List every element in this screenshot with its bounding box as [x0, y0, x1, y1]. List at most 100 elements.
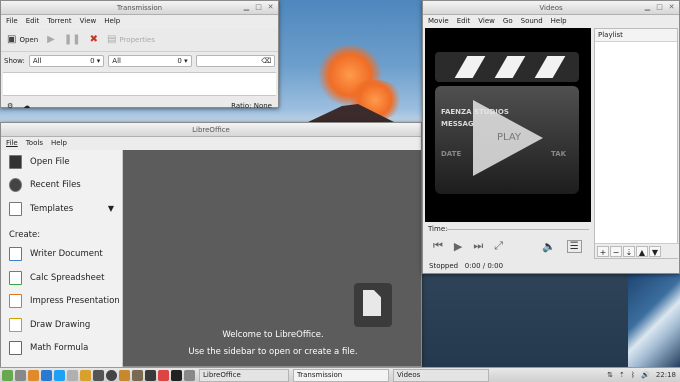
menu-view[interactable]: View [478, 15, 495, 28]
open-file-button[interactable]: Open File [1, 150, 122, 174]
browser-icon[interactable] [41, 369, 52, 381]
task-label: Videos [397, 371, 421, 379]
search-input[interactable]: ⌫ [195, 55, 275, 67]
libreoffice-logo-icon [354, 283, 392, 327]
libreoffice-menubar: File Tools Help [1, 137, 421, 150]
editor-icon[interactable] [67, 369, 78, 381]
gimp-icon[interactable] [132, 369, 143, 381]
create-impress-button[interactable]: Impress Presentation [1, 290, 122, 314]
menu-go[interactable]: Go [503, 15, 513, 28]
skype-icon[interactable] [54, 369, 65, 381]
menu-view[interactable]: View [80, 15, 97, 28]
desktop-icon[interactable] [15, 369, 26, 381]
settings-icon[interactable] [184, 369, 195, 381]
start-center-sidebar: Open File Recent Files Templates ▼ Creat… [1, 150, 123, 368]
turtle-icon[interactable]: ☁ [23, 102, 30, 110]
videos-titlebar[interactable]: Videos ▁ □ ✕ [423, 1, 679, 15]
create-math-button[interactable]: Math Formula [1, 337, 122, 361]
gear-icon[interactable]: ⚙ [7, 102, 13, 110]
clear-icon[interactable]: ⇣ [623, 246, 635, 257]
properties-label: Properties [119, 35, 155, 44]
clear-icon[interactable]: ⌫ [261, 57, 271, 65]
activity-filter-combo[interactable]: All 0 ▾ [28, 55, 105, 67]
pause-icon[interactable]: ❚❚ [64, 34, 81, 45]
files-icon[interactable] [28, 369, 39, 381]
videos-window: Videos ▁ □ ✕ Movie Edit View Go Sound He… [422, 0, 680, 274]
libreoffice-titlebar[interactable]: LibreOffice [1, 123, 421, 137]
playback-controls: ⏮ ▶ ⏭ ⤢ 🔈 ☰ [425, 237, 591, 255]
clock[interactable]: 22:18 [656, 371, 676, 379]
video-display[interactable]: FAENZA STUDIOS MESSAG DATE TAK PLAY [425, 28, 591, 222]
minimize-icon[interactable]: ▁ [242, 3, 251, 12]
menu-help[interactable]: Help [551, 15, 567, 28]
play-icon[interactable]: ▶ [454, 240, 462, 253]
upload-icon[interactable]: ⇡ [619, 371, 625, 379]
volume-icon[interactable]: 🔈 [542, 240, 556, 253]
network-icon[interactable]: ⇅ [607, 371, 613, 379]
remove-icon[interactable]: − [610, 246, 622, 257]
menu-movie[interactable]: Movie [428, 15, 449, 28]
camera-icon[interactable] [106, 369, 117, 381]
math-label: Math Formula [30, 343, 89, 354]
create-label: Create: [9, 229, 41, 240]
recent-files-button[interactable]: Recent Files [1, 174, 122, 198]
torrent-list[interactable] [3, 72, 276, 96]
menu-help[interactable]: Help [51, 137, 67, 150]
seek-bar[interactable]: Time: [425, 224, 591, 234]
close-icon[interactable]: ✕ [667, 3, 676, 12]
menu-file[interactable]: File [6, 15, 18, 28]
clapperboard-top [435, 52, 579, 82]
app-icon[interactable] [93, 369, 104, 381]
player-icon[interactable] [145, 369, 156, 381]
close-icon[interactable]: ✕ [266, 3, 275, 12]
open-button[interactable]: ▣ Open [7, 34, 38, 45]
templates-button[interactable]: Templates ▼ [1, 197, 122, 221]
welcome-text: Welcome to LibreOffice. [222, 330, 324, 340]
next-icon[interactable]: ⏭ [473, 239, 483, 253]
menu-edit[interactable]: Edit [457, 15, 471, 28]
poster-line2: MESSAG [441, 120, 474, 128]
previous-icon[interactable]: ⏮ [433, 239, 443, 253]
create-draw-button[interactable]: Draw Drawing [1, 313, 122, 337]
filter-bar: Show: All 0 ▾ All 0 ▾ ⌫ [1, 52, 278, 70]
maximize-icon[interactable]: □ [655, 3, 664, 12]
math-icon [9, 341, 22, 356]
transmission-titlebar[interactable]: Transmission ▁ □ ✕ [1, 1, 278, 15]
menu-launcher-icon[interactable] [2, 369, 13, 381]
volume-icon[interactable]: 🔊 [641, 371, 650, 379]
task-videos[interactable]: Videos [393, 368, 489, 382]
move-down-icon[interactable]: ▼ [649, 246, 661, 257]
bluetooth-icon[interactable]: ᛒ [631, 371, 635, 379]
menu-tools[interactable]: Tools [26, 137, 43, 150]
dropdown-arrow-icon[interactable]: ▼ [108, 204, 114, 213]
menu-torrent[interactable]: Torrent [47, 15, 71, 28]
dropdown-icon: ▾ [184, 57, 188, 65]
tracker-filter-combo[interactable]: All 0 ▾ [108, 55, 192, 67]
mail-icon[interactable] [158, 369, 169, 381]
start-icon[interactable]: ▶ [47, 34, 55, 45]
combo-count: 0 [90, 57, 95, 65]
properties-button[interactable]: ▤ Properties [107, 34, 155, 45]
menu-edit[interactable]: Edit [26, 15, 40, 28]
create-calc-button[interactable]: Calc Spreadsheet [1, 266, 122, 290]
task-transmission[interactable]: Transmission [293, 368, 389, 382]
archive-icon[interactable] [119, 369, 130, 381]
recent-files-label: Recent Files [30, 180, 81, 191]
media-icon[interactable] [80, 369, 91, 381]
move-up-icon[interactable]: ▲ [636, 246, 648, 257]
menu-help[interactable]: Help [104, 15, 120, 28]
menu-sound[interactable]: Sound [521, 15, 543, 28]
menu-file[interactable]: File [6, 137, 18, 150]
writer-label: Writer Document [30, 249, 103, 260]
maximize-icon[interactable]: □ [254, 3, 263, 12]
create-writer-button[interactable]: Writer Document [1, 243, 122, 267]
task-libreoffice[interactable]: LibreOffice [199, 368, 289, 382]
start-center-main: Welcome to LibreOffice. Use the sidebar … [123, 150, 423, 368]
clock-icon [9, 178, 22, 193]
remove-icon[interactable]: ✖ [90, 34, 98, 45]
add-icon[interactable]: + [597, 246, 609, 257]
fullscreen-icon[interactable]: ⤢ [494, 239, 503, 253]
minimize-icon[interactable]: ▁ [643, 3, 652, 12]
playlist-toggle-icon[interactable]: ☰ [566, 239, 582, 253]
terminal-icon[interactable] [171, 369, 182, 381]
